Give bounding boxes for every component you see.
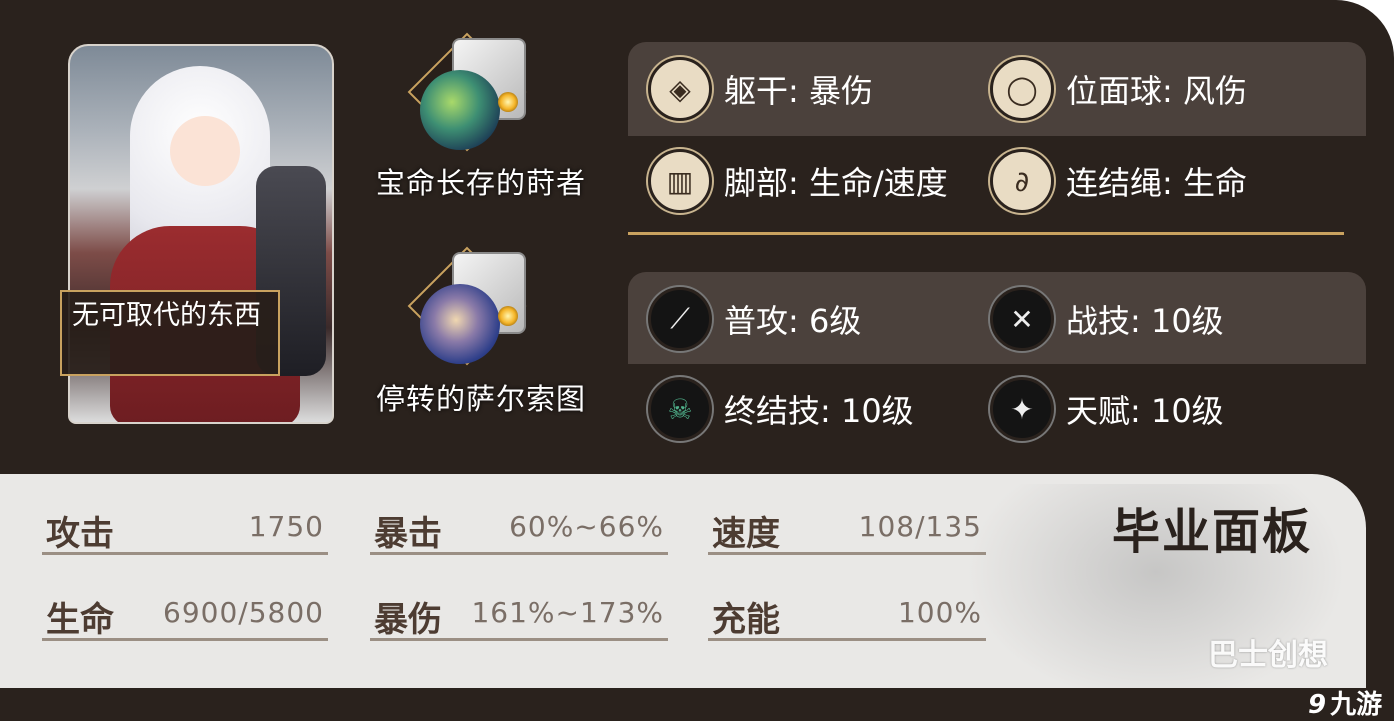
final-stat-energy-regen: 充能 100% (708, 578, 986, 641)
main-stat-planar-sphere: ◯ 位面球: 风伤 (990, 54, 1247, 124)
final-stat-speed: 速度 108/135 (708, 492, 986, 555)
ring-orb-icon: ◯ (990, 57, 1054, 121)
final-panel-title: 毕业面板 (1112, 504, 1313, 560)
final-stat-crit-rate: 暴击 60%~66% (370, 492, 668, 555)
skill-ultimate: ☠ 终结技: 10级 (648, 374, 914, 444)
relic-set-2-name: 停转的萨尔索图 (376, 382, 587, 416)
watermark-bashi-text: 巴士创想 (1208, 638, 1328, 673)
final-stat-hp: 生命 6900/5800 (42, 578, 328, 641)
watermark-jiuyou: 9 九游 (1308, 684, 1382, 721)
relic-set-1-name: 宝命长存的莳者 (376, 166, 587, 200)
skill-icon: ✕ (990, 287, 1054, 351)
light-cone-name: 无可取代的东西 (60, 290, 280, 376)
final-stat-atk: 攻击 1750 (42, 492, 328, 555)
relic-set-1-icon (400, 30, 530, 180)
basic-attack-icon: ⟋ (648, 287, 712, 351)
main-stat-feet: ▥ 脚部: 生命/速度 (648, 146, 948, 216)
character-face (170, 116, 240, 186)
main-stat-link-rope: ∂ 连结绳: 生命 (990, 146, 1247, 216)
relic-set-2-icon (400, 244, 530, 394)
section-divider (628, 232, 1344, 235)
link-rope-icon: ∂ (990, 149, 1054, 213)
watermark-bashi: 巴士创想 (1208, 630, 1328, 674)
talent-icon: ✦ (990, 377, 1054, 441)
final-stat-crit-dmg: 暴伤 161%~173% (370, 578, 668, 641)
main-stat-body: ◈ 躯干: 暴伤 (648, 54, 873, 124)
boots-icon: ▥ (648, 149, 712, 213)
skill-talent: ✦ 天赋: 10级 (990, 374, 1224, 444)
skill-basic-attack: ⟋ 普攻: 6级 (648, 284, 861, 354)
ultimate-icon: ☠ (648, 377, 712, 441)
watermark-jiuyou-text: 九游 (1330, 690, 1383, 720)
skill-battle-skill: ✕ 战技: 10级 (990, 284, 1224, 354)
jiuyou-logo-icon: 9 (1308, 690, 1327, 720)
body-armor-icon: ◈ (648, 57, 712, 121)
build-card: 无可取代的东西 宝命长存的莳者 停转的萨尔索图 ◈ 躯干: 暴伤 ◯ 位面球: … (0, 0, 1394, 721)
